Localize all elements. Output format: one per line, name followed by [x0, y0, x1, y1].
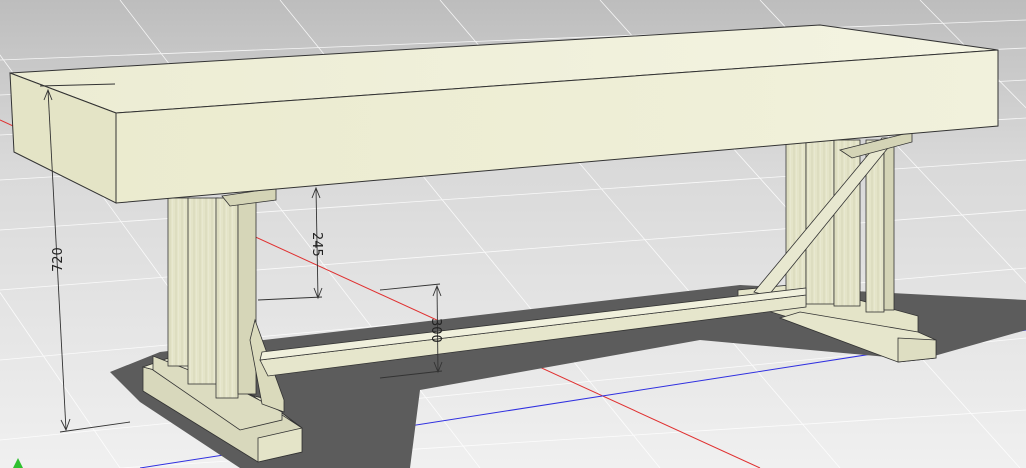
3d-viewport[interactable]: 720 245 300: [0, 0, 1026, 468]
dimension-label-clearance: 245: [309, 232, 324, 257]
dimension-label-overall-height: 720: [51, 247, 66, 272]
dimension-label-stretcher: 300: [428, 318, 443, 343]
